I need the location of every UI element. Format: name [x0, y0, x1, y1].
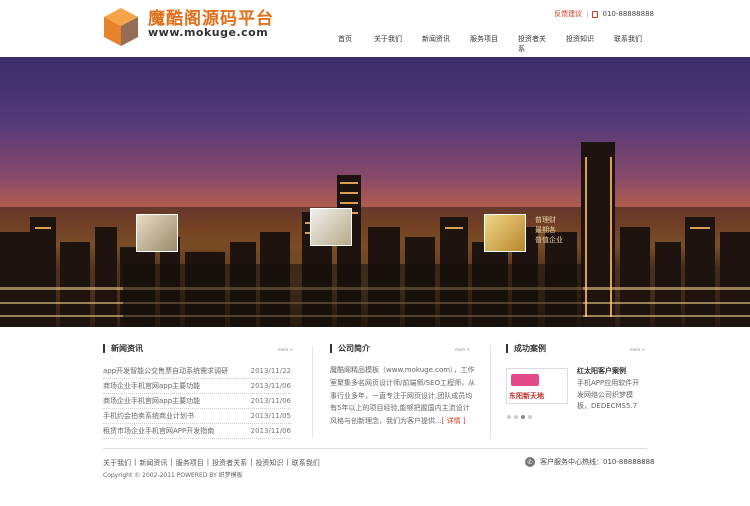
footer-link-contact[interactable]: 联系我们	[292, 458, 320, 468]
nav-home[interactable]: 首页	[330, 34, 366, 46]
banner-thumb-chess[interactable]	[136, 214, 178, 252]
nav-investment-knowledge[interactable]: 投资知识	[558, 34, 606, 46]
banner-side-text: 普理财 最期各 普值企业	[535, 215, 563, 245]
footer-link-investor[interactable]: 投资者关系	[212, 458, 247, 468]
news-row-title[interactable]: 商场企业手机官网app主要功能	[103, 381, 200, 391]
case-pager-dot[interactable]	[514, 415, 518, 419]
news-row[interactable]: 商场企业手机官网app主要功能 2013/11/06	[103, 379, 291, 394]
case-pager-dot-active[interactable]	[521, 415, 525, 419]
case-image-badge	[511, 374, 539, 386]
news-row-title[interactable]: app开发智能公交售票自动系统需求调研	[103, 366, 228, 376]
news-row[interactable]: 手机约会拍卖系统商业计划书 2013/11/05	[103, 409, 291, 424]
news-row[interactable]: 租赁市场企业手机官网APP开发指南 2013/11/06	[103, 424, 291, 439]
about-more-link[interactable]: more +	[455, 347, 470, 352]
cases-more-link[interactable]: more +	[630, 347, 645, 352]
footer-link-knowledge[interactable]: 投资知识	[255, 458, 283, 468]
footer-link-about[interactable]: 关于我们	[103, 458, 131, 468]
footer-separator: |	[206, 458, 210, 466]
footer-separator: |	[170, 458, 173, 466]
news-row-date: 2013/11/06	[250, 427, 291, 435]
case-title[interactable]: 红太阳客户案例	[577, 366, 626, 376]
footer-links: 关于我们 | 新闻资讯 | 服务项目 | 投资者关系 | 投资知识 | 联系我们	[103, 458, 320, 468]
news-list: app开发智能公交售票自动系统需求调研 2013/11/22 商场企业手机官网a…	[103, 364, 291, 439]
news-row-title[interactable]: 商场企业手机官网app主要功能	[103, 396, 200, 406]
main-nav: 首页 关于我们 新闻资讯 服务项目 投资者关系 投资知识 联系我们	[330, 34, 654, 53]
news-row-title[interactable]: 手机约会拍卖系统商业计划书	[103, 411, 194, 421]
banner-side-line-1: 普理财	[535, 216, 556, 224]
nav-contact[interactable]: 联系我们	[606, 34, 654, 46]
topbar-phone: 010-88888888	[602, 10, 654, 18]
news-row-date: 2013/11/06	[250, 382, 291, 390]
footer-divider	[103, 448, 647, 449]
about-detail-link[interactable]: [ 详情 ]	[442, 417, 466, 425]
news-row-date: 2013/11/22	[250, 367, 291, 375]
copyright: Copyright © 2002-2011 POWERED BY 织梦模板	[103, 472, 243, 479]
news-row-title[interactable]: 租赁市场企业手机官网APP开发指南	[103, 426, 214, 436]
logo-cube-icon[interactable]	[103, 7, 139, 47]
footer-separator: |	[134, 458, 137, 466]
footer-link-services[interactable]: 服务项目	[176, 458, 204, 468]
news-section-title: 新闻资讯	[103, 344, 143, 353]
case-image[interactable]: 东阳新天地	[506, 368, 568, 404]
footer-separator: |	[286, 458, 289, 466]
column-divider	[312, 346, 313, 438]
about-section-title: 公司简介	[330, 344, 370, 353]
hotline: ✆ 客户服务中心热线：010-88888888	[525, 457, 655, 467]
case-pager-dot[interactable]	[507, 415, 511, 419]
footer-separator: |	[250, 458, 253, 466]
thumbnail-band	[123, 264, 583, 327]
phone-icon: ✆	[525, 457, 535, 467]
news-row-date: 2013/11/06	[250, 397, 291, 405]
banner-thumb-gold[interactable]	[484, 214, 526, 252]
column-divider	[490, 346, 491, 438]
logo-url: www.mokuge.com	[148, 26, 269, 39]
phone-icon	[592, 10, 599, 18]
feedback-link[interactable]: 反馈建议	[554, 9, 582, 19]
header: 魔酷阁源码平台 www.mokuge.com 反馈建议 | 010-888888…	[0, 0, 750, 57]
news-more-link[interactable]: more +	[278, 347, 293, 352]
case-image-text: 东阳新天地	[509, 392, 544, 400]
hotline-text: 客户服务中心热线：010-88888888	[540, 458, 655, 466]
nav-about[interactable]: 关于我们	[366, 34, 414, 46]
cases-section-title: 成功案例	[506, 344, 546, 353]
banner-side-line-2: 最期各	[535, 226, 556, 234]
news-row[interactable]: app开发智能公交售票自动系统需求调研 2013/11/22	[103, 364, 291, 379]
nav-investor-relations[interactable]: 投资者关系	[510, 34, 558, 53]
topbar: 反馈建议 | 010-88888888	[554, 9, 654, 19]
hero-banner	[0, 57, 750, 327]
footer-link-news[interactable]: 新闻资讯	[139, 458, 167, 468]
nav-news[interactable]: 新闻资讯	[414, 34, 462, 46]
about-text: 魔酷阁精品模板（www.mokuge.com），工作室聚集多名网页设计师/前端师…	[330, 364, 476, 428]
banner-thumb-trophy[interactable]	[310, 208, 352, 246]
case-pager	[507, 415, 532, 419]
banner-side-line-3: 普值企业	[535, 236, 563, 244]
case-description: 手机APP应用软件开发网络公司织梦模板，DEDECMS5.7	[577, 379, 640, 410]
nav-services[interactable]: 服务项目	[462, 34, 510, 46]
topbar-separator: |	[586, 10, 589, 18]
news-row-date: 2013/11/05	[250, 412, 291, 420]
case-pager-dot[interactable]	[528, 415, 532, 419]
news-row[interactable]: 商场企业手机官网app主要功能 2013/11/06	[103, 394, 291, 409]
